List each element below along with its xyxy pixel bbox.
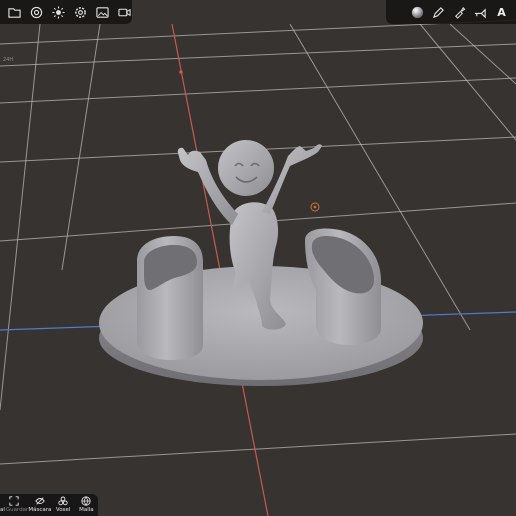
axis-marker: [179, 70, 183, 74]
video-icon[interactable]: [116, 4, 132, 21]
viewport-faint-label: 24H: [2, 57, 14, 63]
frame-button[interactable]: al Guardar: [0, 494, 28, 516]
mask-icon: [35, 497, 45, 505]
paint-icon[interactable]: [451, 4, 468, 21]
top-right-toolbar: A: [386, 0, 516, 24]
voxel-label: Voxel: [55, 507, 71, 513]
trumpet-icon[interactable]: [472, 4, 489, 21]
mesh-label: Malla: [79, 507, 94, 513]
letter-a-label: A: [497, 5, 506, 19]
light-icon[interactable]: [50, 4, 66, 21]
pen-icon[interactable]: [430, 4, 447, 21]
sculpt-model[interactable]: [99, 140, 423, 386]
mesh-icon: [81, 496, 92, 506]
mask-label: Máscara: [28, 507, 52, 513]
letter-a-icon[interactable]: A: [493, 4, 510, 21]
guardar-label: Guardar: [5, 507, 29, 513]
image-icon[interactable]: [94, 4, 110, 21]
voxel-button[interactable]: Voxel: [52, 494, 75, 516]
scene-icon[interactable]: [28, 4, 44, 21]
frame-label: al: [0, 507, 5, 513]
matcap-sphere-icon[interactable]: [409, 4, 426, 21]
frame-icon: [9, 496, 19, 506]
bottom-tool-bar: al Guardar Máscara Voxel Malla: [0, 494, 98, 516]
pivot-target-icon[interactable]: [310, 202, 320, 212]
voxel-icon: [58, 496, 68, 506]
folder-icon[interactable]: [6, 4, 22, 21]
settings-icon[interactable]: [72, 4, 88, 21]
3d-viewport[interactable]: [0, 0, 516, 516]
mesh-button[interactable]: Malla: [75, 494, 98, 516]
top-left-toolbar: [0, 0, 132, 24]
mask-button[interactable]: Máscara: [28, 494, 51, 516]
